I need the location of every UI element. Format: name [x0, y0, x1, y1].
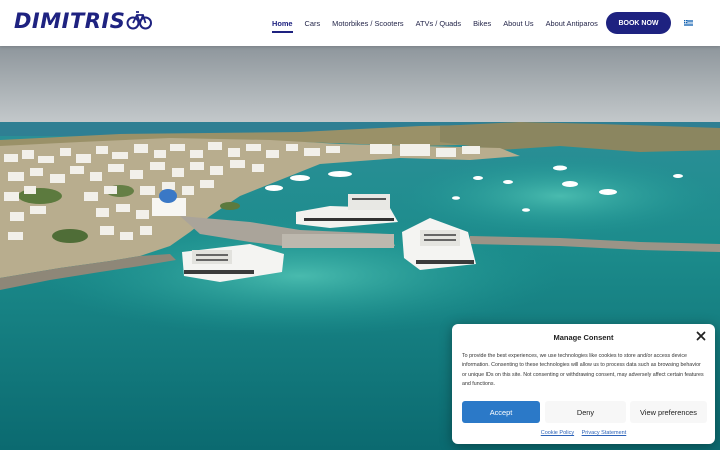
- main-nav: Home Cars Motorbikes / Scooters ATVs / Q…: [272, 0, 610, 46]
- nav-about-antiparos[interactable]: About Antiparos: [546, 19, 598, 28]
- nav-motorbikes-scooters[interactable]: Motorbikes / Scooters: [332, 19, 403, 28]
- consent-links: Cookie Policy Privacy Statement: [452, 430, 715, 436]
- site-logo[interactable]: DIMITRIS: [14, 9, 153, 33]
- cookie-policy-link[interactable]: Cookie Policy: [541, 430, 574, 436]
- consent-message: To provide the best experiences, we use …: [462, 353, 704, 387]
- deny-button[interactable]: Deny: [545, 401, 626, 423]
- privacy-statement-link[interactable]: Privacy Statement: [582, 430, 627, 436]
- greek-flag-icon[interactable]: [684, 20, 693, 26]
- cookie-consent-dialog: Manage Consent To provide the best exper…: [452, 324, 715, 444]
- nav-atvs-quads[interactable]: ATVs / Quads: [416, 19, 461, 28]
- site-header: DIMITRIS Home Cars Motorbikes / Scooters…: [0, 0, 720, 46]
- nav-cars[interactable]: Cars: [305, 19, 321, 28]
- view-preferences-button[interactable]: View preferences: [630, 401, 707, 423]
- consent-actions: Accept Deny View preferences: [462, 401, 707, 423]
- close-icon[interactable]: [696, 331, 706, 341]
- book-now-button[interactable]: BOOK NOW: [606, 12, 671, 34]
- nav-about-us[interactable]: About Us: [503, 19, 533, 28]
- accept-button[interactable]: Accept: [462, 401, 540, 423]
- nav-home[interactable]: Home: [272, 19, 293, 33]
- nav-bikes[interactable]: Bikes: [473, 19, 491, 28]
- bicycle-icon: [126, 11, 153, 30]
- consent-title: Manage Consent: [553, 333, 614, 342]
- logo-text: DIMITRIS: [14, 9, 126, 33]
